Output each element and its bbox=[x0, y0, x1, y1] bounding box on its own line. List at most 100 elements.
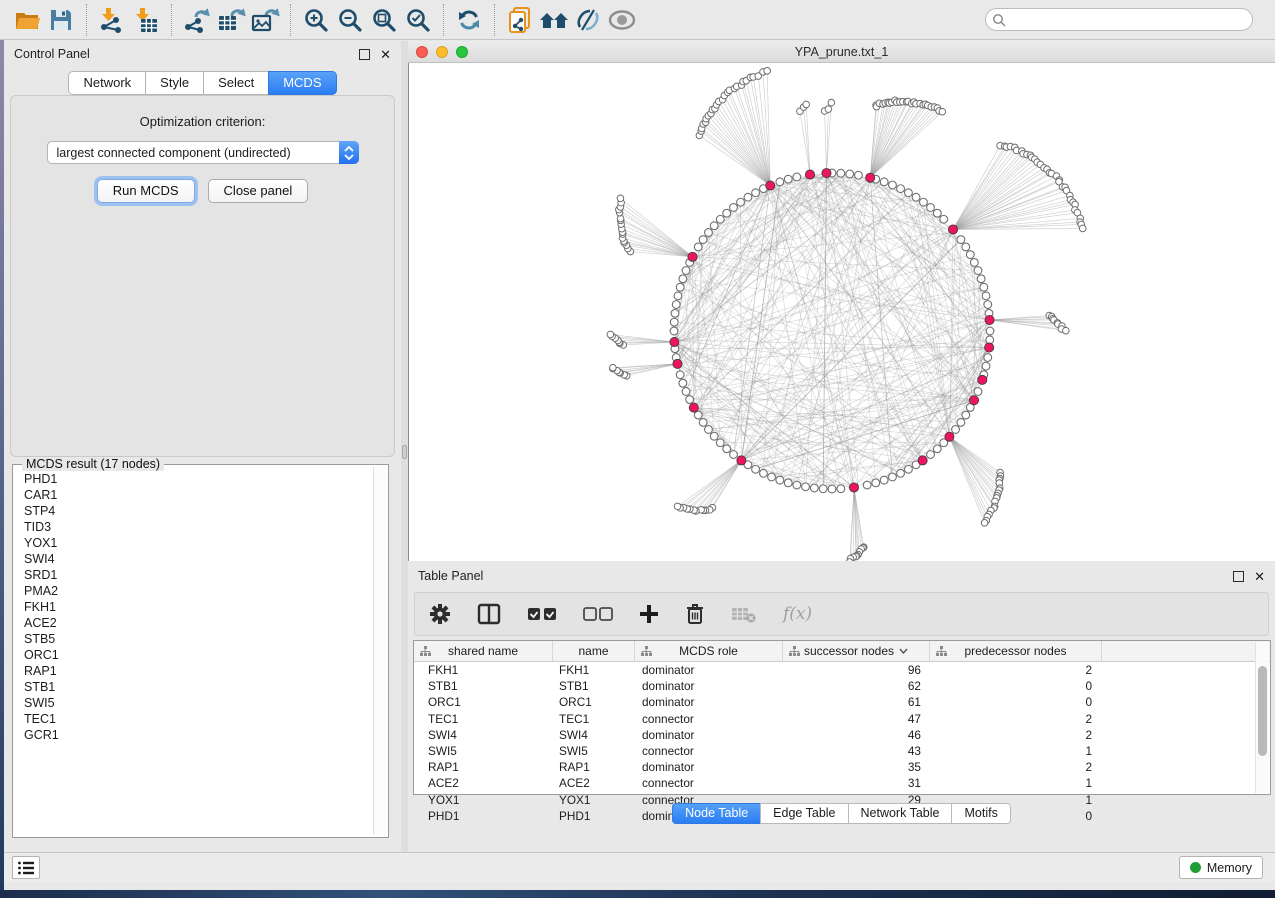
mcds-panel: Optimization criterion: largest connecte… bbox=[10, 95, 395, 457]
select-all-icon[interactable] bbox=[527, 607, 557, 621]
column-header-MCDS-role[interactable]: MCDS role bbox=[635, 641, 783, 661]
node-table[interactable]: shared namenameMCDS rolesuccessor nodesp… bbox=[413, 640, 1271, 795]
open-file-icon[interactable] bbox=[10, 5, 44, 35]
table-scrollbar[interactable] bbox=[1255, 642, 1269, 793]
hide-graphics-details-icon[interactable] bbox=[571, 5, 605, 35]
network-window: YPA_prune.txt_1 bbox=[408, 41, 1275, 562]
float-table-panel-icon[interactable] bbox=[1233, 571, 1244, 582]
zoom-in-icon[interactable] bbox=[299, 5, 333, 35]
splitter-grip[interactable] bbox=[402, 445, 407, 459]
tab-network-table[interactable]: Network Table bbox=[848, 803, 953, 824]
mcds-node-item[interactable]: RAP1 bbox=[24, 663, 372, 679]
tab-node-table[interactable]: Node Table bbox=[672, 803, 761, 824]
zoom-fit-icon[interactable] bbox=[367, 5, 401, 35]
table-cell: SWI5 bbox=[414, 744, 553, 758]
save-session-icon[interactable] bbox=[44, 5, 78, 35]
column-header-shared-name[interactable]: shared name bbox=[414, 641, 553, 661]
import-table-icon[interactable] bbox=[129, 5, 163, 35]
toolbar-separator bbox=[290, 4, 291, 36]
import-network-icon[interactable] bbox=[95, 5, 129, 35]
mcds-node-item[interactable]: CAR1 bbox=[24, 487, 372, 503]
table-panel: Table Panel ✕ bbox=[408, 563, 1275, 862]
memory-button[interactable]: Memory bbox=[1179, 856, 1263, 879]
column-header-successor-nodes[interactable]: successor nodes bbox=[783, 641, 930, 661]
optimization-criterion-select[interactable]: largest connected component (undirected) bbox=[47, 141, 359, 164]
table-cell: 96 bbox=[783, 663, 930, 677]
show-graphics-details-icon[interactable] bbox=[605, 5, 639, 35]
export-image-icon[interactable] bbox=[248, 5, 282, 35]
mcds-result-scrollbar[interactable] bbox=[373, 467, 386, 835]
mcds-node-item[interactable]: STB1 bbox=[24, 679, 372, 695]
mcds-result-title: MCDS result (17 nodes) bbox=[22, 457, 164, 471]
mcds-node-item[interactable]: STB5 bbox=[24, 631, 372, 647]
mcds-node-item[interactable]: PMA2 bbox=[24, 583, 372, 599]
add-column-icon[interactable] bbox=[639, 604, 659, 624]
network-titlebar[interactable]: YPA_prune.txt_1 bbox=[408, 41, 1275, 63]
status-bar: Memory bbox=[0, 852, 1275, 882]
export-network-icon[interactable] bbox=[180, 5, 214, 35]
float-panel-icon[interactable] bbox=[359, 49, 370, 60]
deselect-all-icon[interactable] bbox=[583, 607, 613, 621]
table-row[interactable]: SWI5SWI5connector431 bbox=[414, 743, 1270, 759]
panel-splitter[interactable] bbox=[401, 41, 408, 862]
table-cell: 2 bbox=[930, 663, 1102, 677]
mcds-node-item[interactable]: FKH1 bbox=[24, 599, 372, 615]
table-cell: 1 bbox=[930, 744, 1102, 758]
network-canvas[interactable] bbox=[408, 63, 1275, 561]
mcds-node-item[interactable]: ORC1 bbox=[24, 647, 372, 663]
mcds-node-item[interactable]: YOX1 bbox=[24, 535, 372, 551]
table-cell: 47 bbox=[783, 712, 930, 726]
tab-edge-table[interactable]: Edge Table bbox=[760, 803, 848, 824]
close-panel-button[interactable]: Close panel bbox=[208, 179, 309, 203]
table-cell: 62 bbox=[783, 679, 930, 693]
mcds-node-item[interactable]: SWI4 bbox=[24, 551, 372, 567]
close-panel-icon[interactable]: ✕ bbox=[380, 49, 391, 60]
tab-network[interactable]: Network bbox=[68, 71, 146, 95]
table-cell: connector bbox=[635, 744, 783, 758]
tab-style[interactable]: Style bbox=[145, 71, 204, 95]
table-cell: TEC1 bbox=[414, 712, 553, 726]
gear-icon[interactable] bbox=[429, 603, 451, 625]
tab-select[interactable]: Select bbox=[203, 71, 269, 95]
run-mcds-button[interactable]: Run MCDS bbox=[97, 179, 195, 203]
table-cell: dominator bbox=[635, 695, 783, 709]
show-all-networks-icon[interactable] bbox=[537, 5, 571, 35]
tab-motifs[interactable]: Motifs bbox=[951, 803, 1010, 824]
export-table-icon[interactable] bbox=[214, 5, 248, 35]
zoom-selected-icon[interactable] bbox=[401, 5, 435, 35]
tab-mcds[interactable]: MCDS bbox=[268, 71, 336, 95]
mcds-node-item[interactable]: TEC1 bbox=[24, 711, 372, 727]
table-row[interactable]: ACE2ACE2connector311 bbox=[414, 775, 1270, 791]
mcds-node-item[interactable]: ACE2 bbox=[24, 615, 372, 631]
split-columns-icon[interactable] bbox=[477, 603, 501, 625]
table-cell: 2 bbox=[930, 712, 1102, 726]
table-cell: 0 bbox=[930, 695, 1102, 709]
table-row[interactable]: TEC1TEC1connector472 bbox=[414, 711, 1270, 727]
search-box[interactable] bbox=[985, 8, 1253, 31]
mcds-node-item[interactable]: PHD1 bbox=[24, 471, 372, 487]
table-row[interactable]: RAP1RAP1dominator352 bbox=[414, 759, 1270, 775]
zoom-out-icon[interactable] bbox=[333, 5, 367, 35]
column-header-predecessor-nodes[interactable]: predecessor nodes bbox=[930, 641, 1102, 661]
refresh-view-icon[interactable] bbox=[452, 5, 486, 35]
table-scrollbar-thumb[interactable] bbox=[1258, 666, 1267, 756]
mcds-node-item[interactable]: GCR1 bbox=[24, 727, 372, 743]
close-table-panel-icon[interactable]: ✕ bbox=[1254, 571, 1265, 582]
task-history-button[interactable] bbox=[12, 856, 40, 879]
mcds-node-item[interactable]: STP4 bbox=[24, 503, 372, 519]
table-cell: FKH1 bbox=[414, 663, 553, 677]
table-row[interactable]: SWI4SWI4dominator462 bbox=[414, 727, 1270, 743]
table-row[interactable]: FKH1FKH1dominator962 bbox=[414, 662, 1270, 678]
search-input[interactable] bbox=[1006, 13, 1246, 27]
delete-column-icon[interactable] bbox=[685, 603, 705, 625]
share-network-document-icon[interactable] bbox=[503, 5, 537, 35]
table-cell: ACE2 bbox=[414, 776, 553, 790]
toolbar-separator bbox=[494, 4, 495, 36]
mcds-node-item[interactable]: TID3 bbox=[24, 519, 372, 535]
mcds-result-list[interactable]: PHD1CAR1STP4TID3YOX1SWI4SRD1PMA2FKH1ACE2… bbox=[15, 471, 372, 835]
table-row[interactable]: ORC1ORC1dominator610 bbox=[414, 694, 1270, 710]
mcds-node-item[interactable]: SWI5 bbox=[24, 695, 372, 711]
table-row[interactable]: STB1STB1dominator620 bbox=[414, 678, 1270, 694]
mcds-node-item[interactable]: SRD1 bbox=[24, 567, 372, 583]
column-header-name[interactable]: name bbox=[553, 641, 635, 661]
